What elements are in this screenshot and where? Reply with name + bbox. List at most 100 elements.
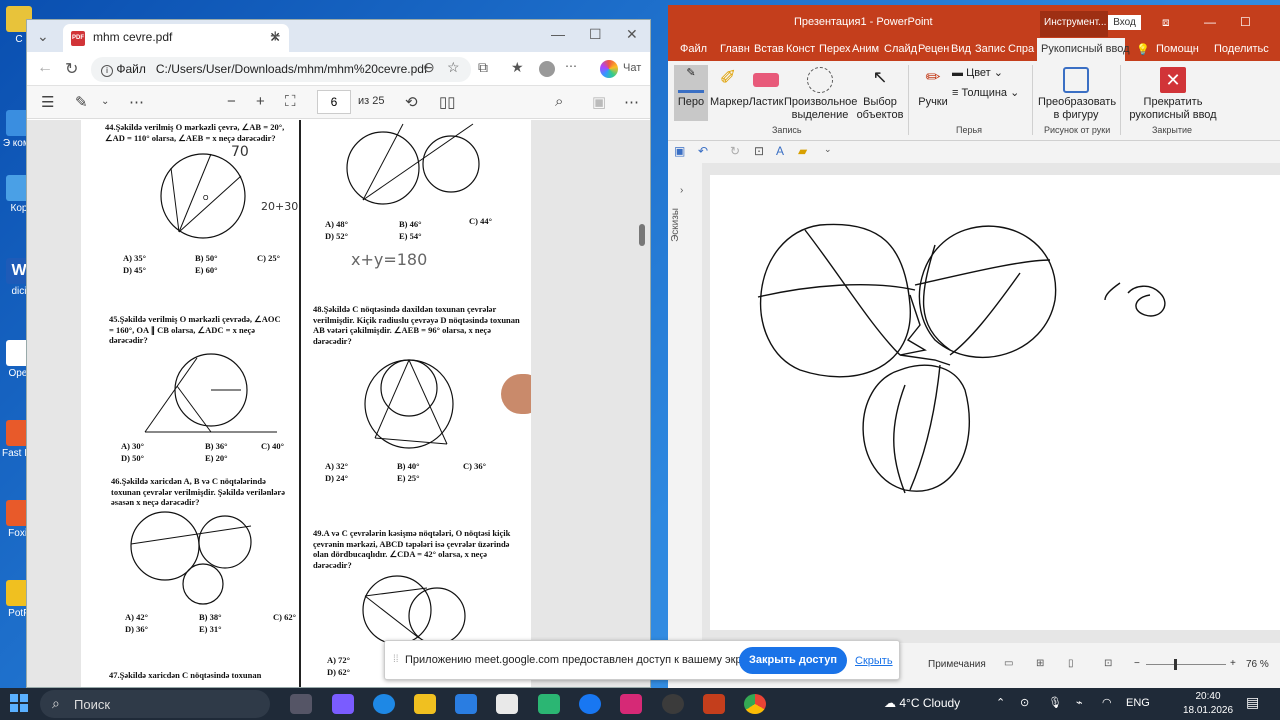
page-number-input[interactable]: 6 [317, 90, 351, 114]
tab-ink[interactable]: Рукописный ввод [1037, 38, 1130, 61]
expand-thumbnails-icon[interactable]: › [680, 185, 683, 196]
thickness-dropdown[interactable]: ≡ Толщина ⌄ [952, 87, 1022, 100]
chrome-icon[interactable] [744, 694, 766, 714]
marker-button[interactable]: ✐ Маркер [710, 67, 749, 109]
normal-view-icon[interactable]: ▭ [1004, 658, 1013, 669]
copilot-icon[interactable] [332, 694, 354, 714]
color-dropdown[interactable]: ▬ Цвет ⌄ [952, 67, 1012, 80]
store-icon[interactable] [496, 694, 518, 714]
tab-file[interactable]: Файл [680, 43, 707, 55]
tab-actions-icon[interactable]: ⌄ [37, 28, 49, 45]
slide-canvas[interactable] [710, 175, 1280, 630]
explorer-icon[interactable] [414, 694, 436, 714]
folder-icon[interactable]: ▰ [798, 144, 807, 158]
start-icon[interactable] [10, 694, 28, 712]
app-icon[interactable] [662, 694, 684, 714]
slideshow-icon[interactable]: ⊡ [1104, 658, 1112, 669]
network-icon[interactable]: ⌁ [1076, 696, 1083, 709]
eraser-button[interactable]: Ластик [748, 67, 784, 109]
present-icon[interactable]: ⊡ [754, 144, 764, 158]
redo-icon[interactable]: ↻ [730, 144, 740, 158]
fit-page-icon[interactable]: ⛶ [285, 93, 296, 110]
save-icon[interactable]: ▣ [592, 93, 606, 111]
select-objects-button[interactable]: ↖ Выбор объектов [856, 67, 904, 121]
refresh-icon[interactable]: ↻ [65, 59, 78, 79]
zoom-slider[interactable] [1146, 664, 1226, 665]
convert-to-shape-button[interactable]: Преобразовать в фигуру [1038, 67, 1116, 121]
task-view-icon[interactable] [290, 694, 312, 714]
tab-view[interactable]: Вид [951, 43, 971, 55]
tab-design[interactable]: Конст [786, 43, 815, 55]
weather-widget[interactable]: ☁ 4°C Cloudy [884, 696, 960, 710]
zoom-out-icon[interactable]: − [1134, 658, 1140, 669]
format-icon[interactable]: A [776, 144, 784, 158]
extensions-icon[interactable]: ⧉ [478, 59, 488, 76]
share-button[interactable]: Поделитьс [1214, 43, 1269, 55]
facebook-icon[interactable] [579, 694, 601, 714]
profile-avatar[interactable] [539, 61, 555, 77]
zoom-level[interactable]: 76 % [1246, 659, 1269, 670]
powerpoint-icon[interactable] [703, 694, 725, 714]
game-icon[interactable] [538, 694, 560, 714]
zoom-in-icon[interactable]: + [256, 93, 265, 110]
pens-button[interactable]: ✏ Ручки [916, 67, 950, 109]
customize-icon[interactable]: ⌄ [824, 144, 832, 155]
zoom-in-icon[interactable]: + [1230, 658, 1236, 669]
pdf-more-icon[interactable]: ⋯ [624, 93, 639, 111]
undo-icon[interactable]: ↶ [698, 144, 708, 158]
contents-icon[interactable]: ☰ [41, 93, 54, 111]
more-tools-icon[interactable]: ⋯ [129, 93, 144, 111]
chevron-down-icon[interactable]: ⌄ [101, 96, 109, 107]
tab-record[interactable]: Запис [975, 43, 1005, 55]
pen-button[interactable]: ✎ Перо [674, 65, 708, 121]
favorites-icon[interactable]: ★ [511, 59, 524, 76]
instagram-icon[interactable] [620, 694, 642, 714]
lasso-select-button[interactable]: Произвольное выделение [784, 67, 857, 121]
scrollbar-thumb[interactable] [639, 224, 645, 246]
favorite-star-icon[interactable]: ☆ [447, 59, 460, 76]
sync-icon[interactable]: ⊙ [1020, 696, 1029, 709]
page-view-icon[interactable]: ▯▯ [439, 93, 456, 111]
search-box[interactable]: ⌕ Поиск [40, 690, 270, 718]
tab-transitions[interactable]: Перех [819, 43, 851, 55]
microphone-icon[interactable]: 🎙 [1048, 696, 1062, 709]
zoom-out-icon[interactable]: − [227, 93, 236, 110]
drag-handle-icon[interactable]: ⁞⁞ [393, 654, 399, 665]
more-icon[interactable]: ⋯ [565, 59, 577, 73]
copilot-icon[interactable] [600, 60, 618, 78]
maximize-icon[interactable]: ☐ [1240, 15, 1251, 29]
clock[interactable]: 20:40 18.01.2026 [1180, 690, 1236, 718]
pdf-viewport[interactable]: 44.Şəkildə verilmiş O mərkəzli çevrə, ∠A… [27, 120, 650, 687]
tab-review[interactable]: Рецен [918, 43, 949, 55]
notifications-icon[interactable]: ▤ [1246, 694, 1259, 711]
language-indicator[interactable]: ENG [1126, 697, 1150, 709]
zoom-slider-thumb[interactable] [1174, 659, 1177, 670]
back-icon[interactable]: ← [37, 59, 53, 77]
wifi-icon[interactable]: ◠ [1102, 696, 1112, 709]
mail-icon[interactable] [455, 694, 477, 714]
rotate-icon[interactable]: ⟲ [405, 93, 418, 111]
maximize-icon[interactable]: ☐ [589, 26, 602, 43]
tab-help[interactable]: Спра [1008, 43, 1034, 55]
sorter-view-icon[interactable]: ⊞ [1036, 658, 1044, 669]
hide-link[interactable]: Скрыть [855, 655, 893, 667]
tell-me[interactable]: Помощн [1156, 43, 1199, 55]
tab-animations[interactable]: Аним [852, 43, 879, 55]
zoom-icon[interactable]: ⊖ [423, 59, 435, 76]
minimize-icon[interactable]: — [551, 26, 565, 42]
address-bar[interactable]: i Файл C:/Users/User/Downloads/mhm/mhm%2… [91, 57, 471, 82]
tab-insert[interactable]: Встав [754, 43, 784, 55]
notes-button[interactable]: Примечания [928, 659, 986, 670]
ribbon-display-icon[interactable]: ⧈ [1162, 15, 1170, 30]
search-icon[interactable]: ⌕ [555, 93, 563, 110]
tab-slideshow[interactable]: Слайд [884, 43, 917, 55]
tray-chevron-icon[interactable]: ⌃ [996, 696, 1005, 709]
stop-inking-button[interactable]: ✕ Прекратить рукописный ввод [1128, 67, 1218, 121]
sign-in-button[interactable]: Вход [1108, 15, 1141, 30]
draw-icon[interactable]: ✎ [75, 93, 88, 111]
chat-label[interactable]: Чат [623, 62, 641, 74]
save-icon[interactable]: ▣ [674, 144, 685, 158]
tab-home[interactable]: Главн [720, 43, 750, 55]
minimize-icon[interactable]: — [1204, 15, 1216, 29]
close-window-icon[interactable]: ✕ [626, 26, 638, 43]
